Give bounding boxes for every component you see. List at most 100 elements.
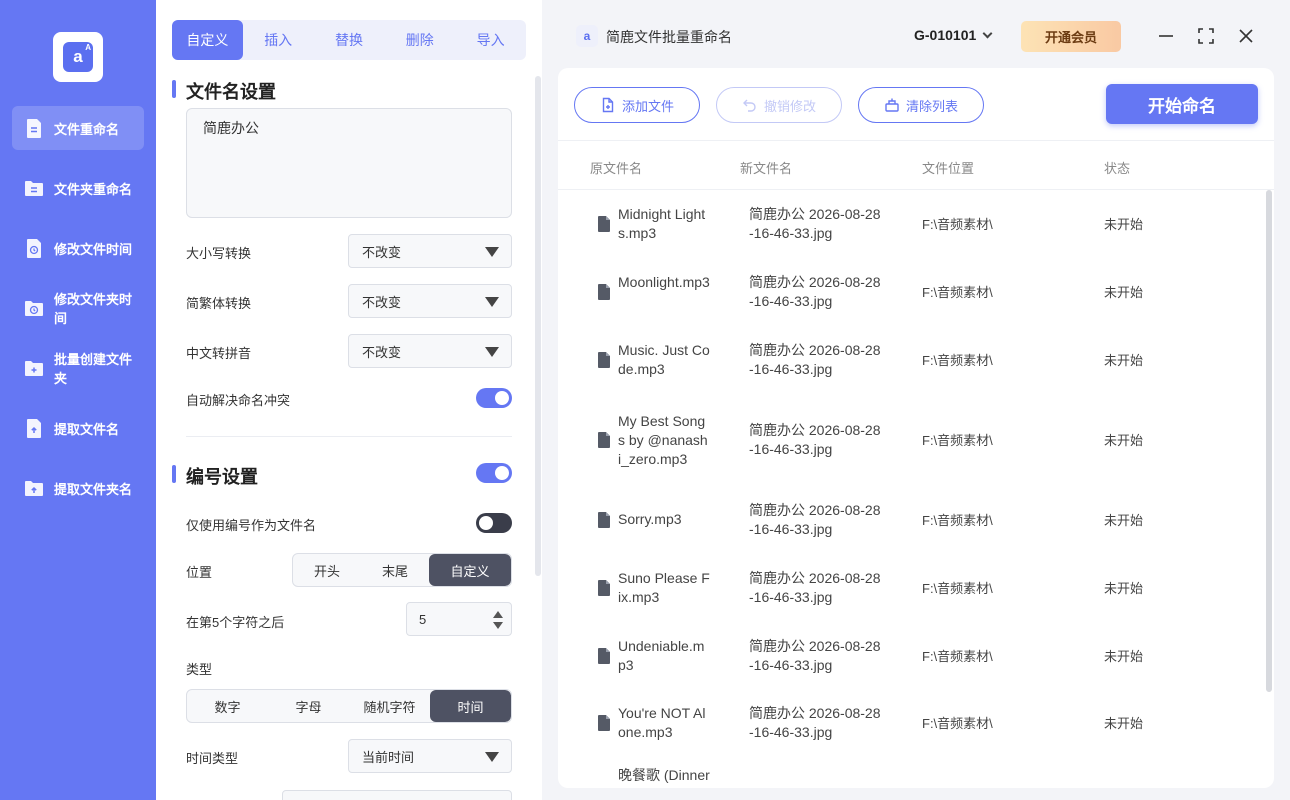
tab-custom[interactable]: 自定义 — [172, 20, 243, 60]
time-type-value: 当前时间 — [362, 749, 415, 765]
tab-import[interactable]: 导入 — [455, 20, 526, 60]
sidebar-item-label: 文件重命名 — [54, 121, 120, 137]
settings-panel: 自定义 插入 替换 删除 导入 文件名设置 简鹿办公 大小写转换 不改变 简繁体… — [156, 0, 542, 800]
tab-replace[interactable]: 替换 — [314, 20, 385, 60]
divider — [558, 140, 1274, 141]
app-title: 简鹿文件批量重命名 — [606, 29, 732, 45]
time-type-select[interactable]: 当前时间 — [348, 739, 512, 773]
stepper-up-icon[interactable] — [493, 611, 503, 618]
undo-button[interactable]: 撤销修改 — [716, 87, 842, 123]
position-end[interactable]: 末尾 — [361, 554, 429, 586]
start-rename-button[interactable]: 开始命名 — [1106, 84, 1258, 124]
table-row[interactable]: Music. Just Code.mp3 简鹿办公 2026-08-28-16-4… — [558, 326, 1274, 394]
case-convert-select[interactable]: 不改变 — [348, 234, 512, 268]
caret-down-icon — [485, 347, 499, 357]
sidebar-item-label: 修改文件时间 — [54, 241, 133, 257]
vip-button[interactable]: 开通会员 — [1021, 21, 1121, 52]
trad-convert-select[interactable]: 不改变 — [348, 284, 512, 318]
tab-delete[interactable]: 删除 — [384, 20, 455, 60]
sidebar-item-label: 提取文件名 — [54, 421, 120, 437]
table-scrollbar[interactable] — [1266, 190, 1272, 692]
sidebar-item-label: 文件夹重命名 — [54, 181, 133, 197]
header-app-icon: a — [576, 25, 598, 47]
filename-section-title: 文件名设置 — [172, 78, 276, 104]
add-file-button[interactable]: 添加文件 — [574, 87, 700, 123]
clear-list-button[interactable]: 清除列表 — [858, 87, 984, 123]
sidebar-item-label: 提取文件夹名 — [54, 481, 133, 497]
sidebar-item-4[interactable]: 批量创建文件夹 — [12, 346, 144, 390]
after-char-stepper[interactable]: 5 — [406, 602, 512, 636]
table-row[interactable]: Sorry.mp3 简鹿办公 2026-08-28-16-46-33.jpg F:\… — [558, 486, 1274, 554]
type-number[interactable]: 数字 — [187, 690, 268, 722]
case-convert-value: 不改变 — [362, 244, 402, 260]
header-status: 状态 — [1104, 161, 1131, 176]
table-row[interactable]: Undeniable.mp3 简鹿办公 2026-08-28-16-46-33.j… — [558, 622, 1274, 690]
tab-insert[interactable]: 插入 — [243, 20, 314, 60]
file-icon — [598, 284, 610, 300]
cell-status: 未开始 — [1104, 217, 1144, 232]
cell-location: F:\音频素材\ — [922, 433, 993, 448]
clear-list-label: 清除列表 — [905, 98, 958, 114]
number-section-title: 编号设置 — [172, 463, 258, 489]
type-letter[interactable]: 字母 — [268, 690, 349, 722]
cell-original-name: My Best Songs by @nanashi_zero.mp3 — [618, 412, 708, 467]
file-icon — [598, 512, 610, 528]
cell-new-name: 简鹿办公 2026-08-28-16-46-33.jpg — [749, 705, 881, 740]
cell-original-name: Midnight Lights.mp3 — [618, 206, 706, 241]
table-row[interactable]: Midnight Lights.mp3 简鹿办公 2026-08-28-16-46… — [558, 190, 1274, 258]
cell-new-name: 简鹿办公 2026-08-28-16-46-33.jpg — [749, 422, 881, 457]
type-random[interactable]: 随机字符 — [349, 690, 430, 722]
cell-original-name: Undeniable.mp3 — [618, 638, 705, 673]
cell-status: 未开始 — [1104, 353, 1144, 368]
maximize-icon[interactable] — [1196, 26, 1216, 46]
position-start[interactable]: 开头 — [293, 554, 361, 586]
filename-input[interactable]: 简鹿办公 — [186, 108, 512, 218]
logo-sub-letter: A — [85, 43, 91, 52]
chevron-down-icon — [982, 28, 993, 38]
only-number-toggle[interactable] — [476, 513, 512, 533]
sidebar: a A 文件重命名文件夹重命名 修改文件时间修改文件夹时间 批量创建文件夹提取文件名… — [0, 0, 156, 800]
sidebar-item-3[interactable]: 修改文件夹时间 — [12, 286, 144, 330]
file-icon — [598, 352, 610, 368]
caret-down-icon — [485, 247, 499, 257]
cell-new-name: 简鹿办公 2026-08-28-16-46-33.jpg — [749, 638, 881, 673]
cell-new-name: 简鹿办公 2026-08-28-16-46-33.jpg — [749, 206, 881, 241]
settings-scrollbar[interactable] — [535, 76, 541, 576]
cell-original-name: 晚餐歌 (Dinner Song) - Re — [618, 767, 710, 788]
file-icon — [598, 432, 610, 448]
table-row[interactable]: 晚餐歌 (Dinner Song) - Re简鹿办公 2026-08-2F:\音… — [558, 756, 1274, 788]
header-location: 文件位置 — [922, 161, 975, 176]
pinyin-convert-select[interactable]: 不改变 — [348, 334, 512, 368]
next-field[interactable] — [282, 790, 512, 800]
sidebar-item-0[interactable]: 文件重命名 — [12, 106, 144, 150]
type-time[interactable]: 时间 — [430, 690, 511, 722]
table-row[interactable]: Moonlight.mp3 简鹿办公 2026-08-28-16-46-33.jp… — [558, 258, 1274, 326]
table-row[interactable]: My Best Songs by @nanashi_zero.mp3 简鹿办公 2… — [558, 394, 1274, 486]
header-new-name: 新文件名 — [740, 161, 793, 176]
clear-list-icon — [885, 98, 899, 112]
close-icon[interactable] — [1236, 26, 1256, 46]
cell-location: F:\音频素材\ — [922, 353, 993, 368]
sidebar-item-6[interactable]: 提取文件夹名 — [12, 466, 144, 510]
stepper-down-icon[interactable] — [493, 622, 503, 629]
conflict-label: 自动解决命名冲突 — [186, 393, 291, 408]
app-logo-icon: a A — [63, 42, 93, 72]
cell-new-name: 简鹿办公 2026-08-28-16-46-33.jpg — [749, 274, 881, 309]
type-segment: 数字 字母 随机字符 时间 — [186, 689, 512, 723]
position-custom[interactable]: 自定义 — [429, 554, 511, 586]
pinyin-convert-value: 不改变 — [362, 344, 402, 360]
cell-status: 未开始 — [1104, 581, 1144, 596]
cell-status: 未开始 — [1104, 716, 1144, 731]
minimize-icon[interactable] — [1156, 26, 1176, 46]
sidebar-item-5[interactable]: 提取文件名 — [12, 406, 144, 450]
sidebar-item-1[interactable]: 文件夹重命名 — [12, 166, 144, 210]
cell-status: 未开始 — [1104, 649, 1144, 664]
cell-new-name: 简鹿办公 2026-08-28-16-46-33.jpg — [749, 570, 881, 605]
sidebar-item-2[interactable]: 修改文件时间 — [12, 226, 144, 270]
folder-create-icon — [23, 357, 45, 379]
conflict-toggle[interactable] — [476, 388, 512, 408]
account-dropdown[interactable]: G-010101 — [914, 27, 993, 43]
number-enable-toggle[interactable] — [476, 463, 512, 483]
table-row[interactable]: Suno Please Fix.mp3 简鹿办公 2026-08-28-16-46… — [558, 554, 1274, 622]
table-row[interactable]: You're NOT Alone.mp3 简鹿办公 2026-08-28-16-4… — [558, 690, 1274, 756]
